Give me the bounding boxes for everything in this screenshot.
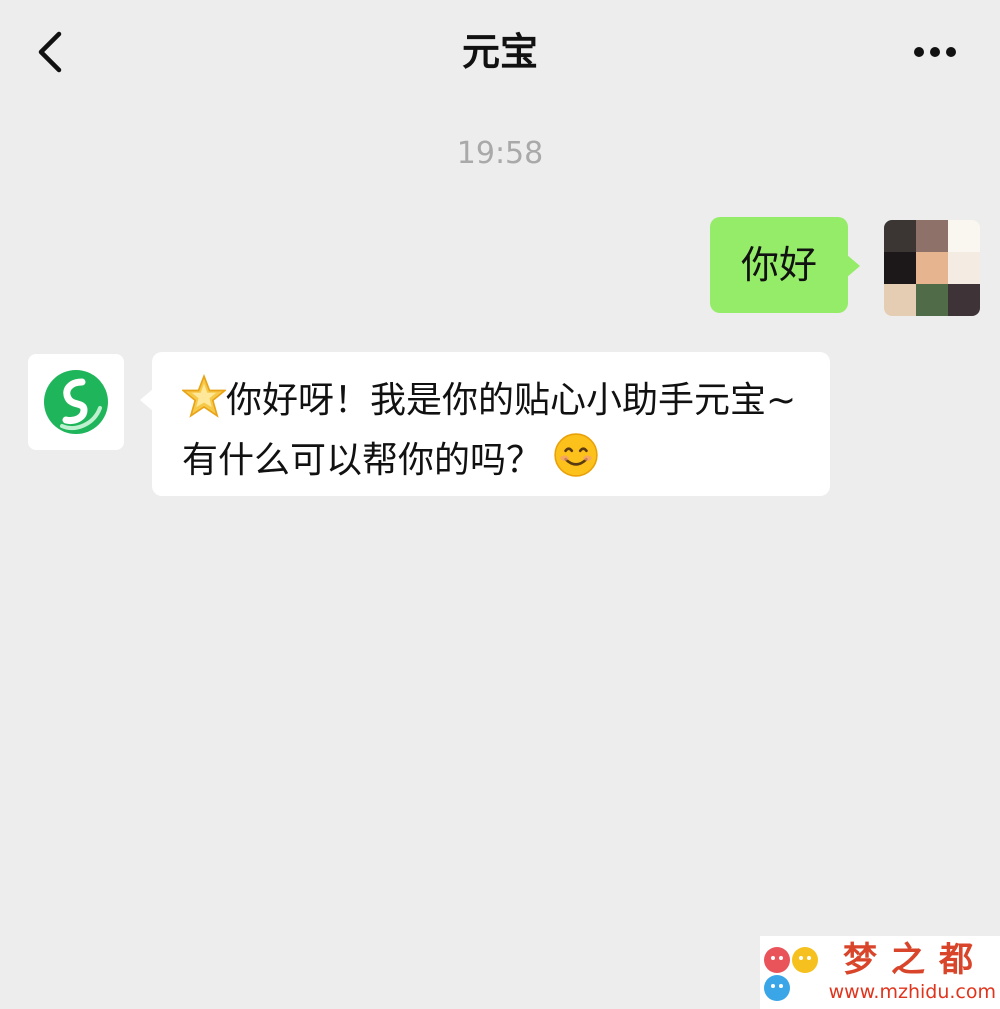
received-message-text: 你好呀！我是你的贴心小助手元宝~有什么可以帮你的吗？ xyxy=(182,380,797,481)
chat-screen: 元宝 19:58 你好 你好呀！我是你的贴心小助手元宝~有什么可以帮你的吗？ 梦… xyxy=(0,0,1000,1009)
smiling-face-icon xyxy=(553,432,599,492)
received-message-bubble[interactable]: 你好呀！我是你的贴心小助手元宝~有什么可以帮你的吗？ xyxy=(152,352,830,496)
watermark-name: 梦之都 xyxy=(843,940,987,980)
user-avatar[interactable] xyxy=(884,220,980,316)
star-icon xyxy=(180,373,228,432)
back-button[interactable] xyxy=(22,22,82,82)
more-horizontal-icon xyxy=(914,47,956,57)
chat-title: 元宝 xyxy=(461,30,538,74)
received-message-row: 你好呀！我是你的贴心小助手元宝~有什么可以帮你的吗？ xyxy=(0,350,1000,510)
more-button[interactable] xyxy=(900,30,970,74)
sent-bubble-tail xyxy=(846,254,860,278)
bot-avatar[interactable] xyxy=(28,354,124,450)
message-timestamp: 19:58 xyxy=(456,136,544,171)
watermark-url: www.mzhidu.com xyxy=(828,981,996,1003)
chevron-left-icon xyxy=(38,31,62,73)
yuanbao-logo-icon xyxy=(44,370,108,434)
watermark: 梦之都 www.mzhidu.com xyxy=(760,936,1000,1009)
chat-header: 元宝 xyxy=(0,0,1000,106)
sent-message-bubble[interactable]: 你好 xyxy=(710,217,848,313)
sent-message-row: 你好 xyxy=(0,210,1000,330)
